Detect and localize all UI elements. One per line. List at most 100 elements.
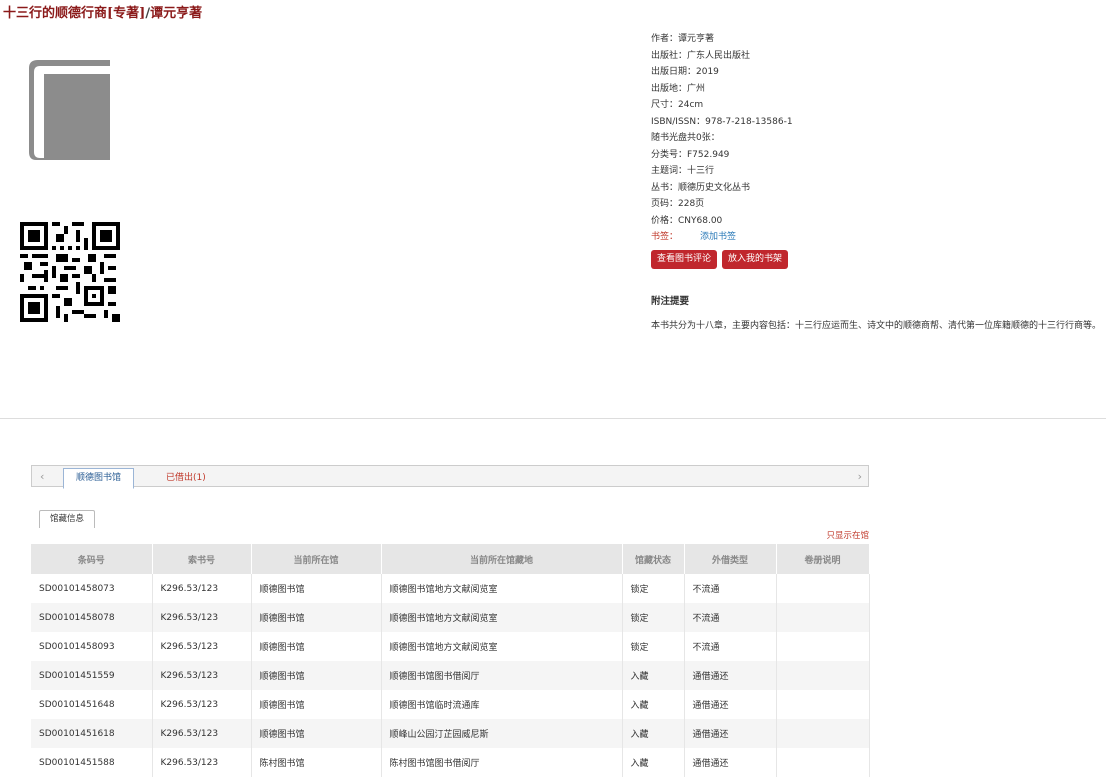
cell-status: 入藏 [622,719,685,748]
scroll-right-icon[interactable]: › [858,470,862,483]
meta-pages: 页码：228页 [651,199,705,209]
book-metadata: 作者：谭元亨著 出版社：广东人民出版社 出版日期：2019 出版地：广州 尺寸：… [651,31,1091,246]
add-tag-link[interactable]: 添加书签 [700,232,736,242]
view-reviews-button[interactable]: 查看图书评论 [651,250,718,269]
scroll-left-icon[interactable]: ‹ [40,470,44,483]
abstract-heading: 附注提要 [651,296,690,307]
cell-location: 顺德图书馆地方文献阅览室 [381,632,623,661]
meta-publisher: 出版社：广东人民出版社 [651,50,751,61]
book-title-text: 十三行的顺德行商[专著] [3,6,146,21]
qr-code-icon [20,222,120,322]
table-header-row: 条码号 索书号 当前所在馆 当前所在馆藏地 馆藏状态 外借类型 卷册说明 [31,544,870,574]
col-status[interactable]: 馆藏状态 [622,544,685,574]
cell-volume-note [776,661,870,690]
cell-library: 顺德图书馆 [251,719,382,748]
meta-subject: 主题词：十三行 [651,166,715,176]
cell-loan-type: 通借通还 [684,690,777,719]
holdings-tabbar: ‹ 顺德图书馆 已借出(1) › [31,465,869,489]
cell-status: 入藏 [622,748,685,777]
meta-classification: 分类号：F752.949 [651,149,730,160]
holdings-panel: ‹ 顺德图书馆 已借出(1) › 馆藏信息 只显示在馆 条码号 索书号 当前所在… [31,465,870,777]
cell-call-number: K296.53/123 [152,574,252,603]
cell-barcode: SD00101451559 [31,661,153,690]
cell-loan-type: 通借通还 [684,748,777,777]
cell-volume-note [776,603,870,632]
cell-call-number: K296.53/123 [152,603,252,632]
cell-loan-type: 不流通 [684,574,777,603]
cell-status: 锁定 [622,632,685,661]
table-row: SD00101451618 K296.53/123 顺德图书馆 顺峰山公园汀芷园威尼斯… [31,719,870,748]
cell-volume-note [776,719,870,748]
cell-volume-note [776,574,870,603]
table-row: SD00101451559 K296.53/123 顺德图书馆 顺德图书馆图书借阅厅入… [31,661,870,690]
cell-barcode: SD00101451588 [31,748,153,777]
meta-series: 丛书：顺德历史文化丛书 [651,182,751,193]
table-row: SD00101451648 K296.53/123 顺德图书馆 顺德图书馆临时流通库入… [31,690,870,719]
col-barcode[interactable]: 条码号 [31,544,153,574]
meta-isbn: ISBN/ISSN：978-7-218-13586-1 [651,116,793,127]
cell-volume-note [776,632,870,661]
cell-status: 锁定 [622,603,685,632]
tag-label: 书签： [651,232,679,242]
book-icon [29,60,110,160]
col-volume-note[interactable]: 卷册说明 [776,544,870,574]
meta-cd: 随书光盘共0张： [651,133,720,143]
tab-borrowed[interactable]: 已借出(1) [166,470,206,483]
cell-location: 顺德图书馆地方文献阅览室 [381,574,623,603]
tab-shunde-library[interactable]: 顺德图书馆 [63,468,135,489]
cell-call-number: K296.53/123 [152,632,252,661]
cell-location: 顺德图书馆临时流通库 [381,690,623,719]
meta-author: 作者：谭元亨著 [651,34,715,44]
cell-library: 顺德图书馆 [251,603,382,632]
abstract-text: 本书共分为十八章，主要内容包括：十三行应运而生、诗文中的顺德商帮、清代第一位库籍… [651,321,1102,331]
cell-call-number: K296.53/123 [152,748,252,777]
section-divider [0,418,1106,419]
cell-library: 陈村图书馆 [251,748,382,777]
cell-call-number: K296.53/123 [152,690,252,719]
cell-loan-type: 不流通 [684,603,777,632]
table-row: SD00101458078 K296.53/123 顺德图书馆 顺德图书馆地方文献阅览… [31,603,870,632]
action-buttons: 查看图书评论 放入我的书架 [651,250,793,269]
cell-library: 顺德图书馆 [251,632,382,661]
meta-pub-place: 出版地：广州 [651,83,706,94]
cell-status: 入藏 [622,690,685,719]
cell-call-number: K296.53/123 [152,661,252,690]
meta-price: 价格：CNY68.00 [651,215,723,226]
only-in-library-link[interactable]: 只显示在馆 [826,529,869,541]
table-row: SD00101458093 K296.53/123 顺德图书馆 顺德图书馆地方文献阅览… [31,632,870,661]
meta-pub-date: 出版日期：2019 [651,67,719,77]
col-location[interactable]: 当前所在馆藏地 [381,544,623,574]
cell-barcode: SD00101451618 [31,719,153,748]
cell-status: 锁定 [622,574,685,603]
meta-size: 尺寸：24cm [651,100,704,110]
tag-row: 书签： 添加书签 [651,229,1091,246]
col-library[interactable]: 当前所在馆 [251,544,382,574]
col-loan-type[interactable]: 外借类型 [684,544,777,574]
add-to-shelf-button[interactable]: 放入我的书架 [722,250,789,269]
tab-holdings-info[interactable]: 馆藏信息 [39,510,96,528]
cell-volume-note [776,748,870,777]
cell-location: 顺德图书馆图书借阅厅 [381,661,623,690]
cell-library: 顺德图书馆 [251,661,382,690]
cell-barcode: SD00101458073 [31,574,153,603]
cell-loan-type: 不流通 [684,632,777,661]
cell-library: 顺德图书馆 [251,574,382,603]
cell-barcode: SD00101458078 [31,603,153,632]
cell-volume-note [776,690,870,719]
book-author-title: 谭元亨著 [150,6,203,21]
book-title: 十三行的顺德行商[专著]/谭元亨著 [3,2,202,21]
cell-barcode: SD00101451648 [31,690,153,719]
holdings-table: 条码号 索书号 当前所在馆 当前所在馆藏地 馆藏状态 外借类型 卷册说明 SD0… [31,544,870,777]
cell-library: 顺德图书馆 [251,690,382,719]
table-row: SD00101458073 K296.53/123 顺德图书馆 顺德图书馆地方文献阅览… [31,574,870,603]
col-call-number[interactable]: 索书号 [152,544,252,574]
cell-call-number: K296.53/123 [152,719,252,748]
cell-location: 顺德图书馆地方文献阅览室 [381,603,623,632]
cell-loan-type: 通借通还 [684,719,777,748]
cell-location: 陈村图书馆图书借阅厅 [381,748,623,777]
cell-loan-type: 通借通还 [684,661,777,690]
cell-status: 入藏 [622,661,685,690]
cell-barcode: SD00101458093 [31,632,153,661]
table-row: SD00101451588 K296.53/123 陈村图书馆 陈村图书馆图书借阅厅入… [31,748,870,777]
cell-location: 顺峰山公园汀芷园威尼斯 [381,719,623,748]
